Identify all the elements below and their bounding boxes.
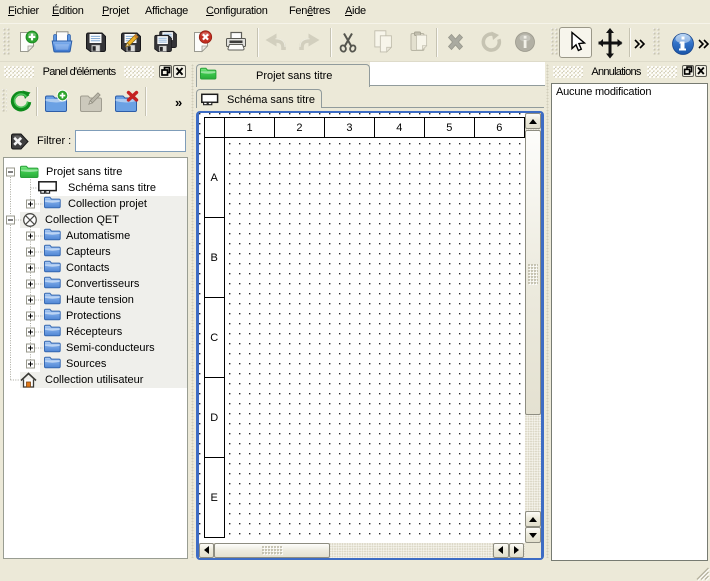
svg-text:C: C bbox=[210, 332, 218, 344]
svg-text:A: A bbox=[211, 172, 219, 184]
svg-text:6: 6 bbox=[496, 122, 502, 134]
svg-text:4: 4 bbox=[396, 122, 402, 134]
svg-text:1: 1 bbox=[246, 122, 252, 134]
svg-text:B: B bbox=[211, 252, 218, 264]
svg-text:3: 3 bbox=[346, 122, 352, 134]
svg-text:D: D bbox=[210, 412, 218, 424]
svg-text:E: E bbox=[211, 492, 218, 504]
svg-text:5: 5 bbox=[446, 122, 452, 134]
svg-text:2: 2 bbox=[296, 122, 302, 134]
